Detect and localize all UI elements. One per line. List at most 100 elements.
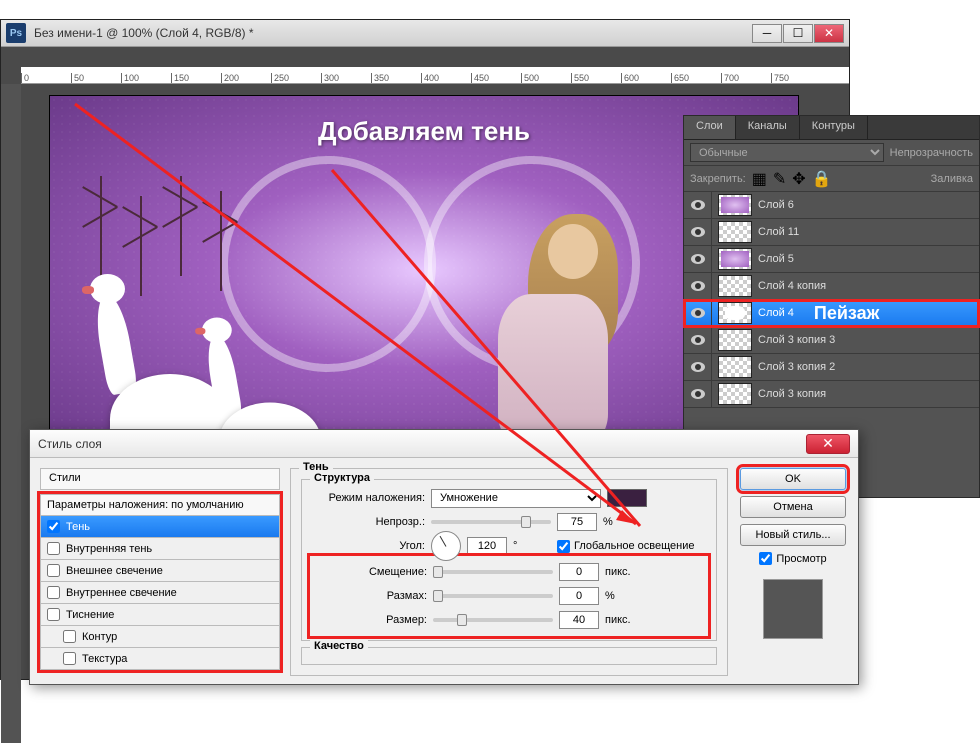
- eye-icon: [691, 362, 705, 372]
- eye-icon: [691, 281, 705, 291]
- tools-toolbar[interactable]: [1, 84, 21, 743]
- girl-decoration: [448, 214, 628, 445]
- style-checkbox[interactable]: [47, 608, 60, 621]
- eye-icon: [691, 200, 705, 210]
- visibility-toggle[interactable]: [684, 273, 712, 299]
- visibility-toggle[interactable]: [684, 327, 712, 353]
- visibility-toggle[interactable]: [684, 246, 712, 272]
- layer-row[interactable]: Слой 3 копия 3: [684, 327, 979, 354]
- layer-row[interactable]: Слой 3 копия: [684, 381, 979, 408]
- style-item[interactable]: Тиснение: [40, 604, 280, 626]
- style-label: Параметры наложения: по умолчанию: [47, 499, 244, 511]
- eye-icon: [691, 227, 705, 237]
- opacity-label: Непрозрачность: [890, 147, 973, 159]
- layer-name: Слой 3 копия: [758, 388, 826, 400]
- visibility-toggle[interactable]: [684, 219, 712, 245]
- style-checkbox[interactable]: [63, 630, 76, 643]
- spread-slider[interactable]: [433, 594, 553, 598]
- style-checkbox[interactable]: [47, 520, 60, 533]
- dialog-titlebar[interactable]: Стиль слоя ✕: [30, 430, 858, 458]
- size-input[interactable]: [559, 611, 599, 629]
- lock-move-icon[interactable]: ✥: [792, 169, 805, 189]
- tab-paths[interactable]: Контуры: [800, 116, 868, 139]
- visibility-toggle[interactable]: [684, 192, 712, 218]
- layer-thumbnail[interactable]: [718, 194, 752, 216]
- visibility-toggle[interactable]: [684, 381, 712, 407]
- dialog-close-button[interactable]: ✕: [806, 434, 850, 454]
- style-checkbox[interactable]: [63, 652, 76, 665]
- layer-thumbnail[interactable]: [718, 356, 752, 378]
- blend-mode-select[interactable]: Умножение: [431, 489, 601, 508]
- lock-all-icon[interactable]: 🔒: [812, 169, 832, 189]
- blend-mode-label: Режим наложения:: [312, 492, 425, 504]
- style-label: Внутренняя тень: [66, 543, 152, 555]
- layer-thumbnail[interactable]: [718, 248, 752, 270]
- size-slider[interactable]: [433, 618, 553, 622]
- eye-icon: [691, 335, 705, 345]
- layer-name: Слой 3 копия 3: [758, 334, 835, 346]
- layer-row[interactable]: Слой 11: [684, 219, 979, 246]
- offset-input[interactable]: [559, 563, 599, 581]
- style-item[interactable]: Внутренняя тень: [40, 538, 280, 560]
- layer-thumbnail[interactable]: [718, 302, 752, 324]
- layer-row[interactable]: Слой 4 копия: [684, 273, 979, 300]
- style-item[interactable]: Текстура: [40, 648, 280, 670]
- fill-label: Заливка: [931, 173, 973, 185]
- layer-name: Слой 6: [758, 199, 794, 211]
- style-item[interactable]: Параметры наложения: по умолчанию: [40, 494, 280, 516]
- offset-slider[interactable]: [433, 570, 553, 574]
- global-light-checkbox[interactable]: Глобальное освещение: [557, 540, 695, 553]
- spread-input[interactable]: [559, 587, 599, 605]
- layer-thumbnail[interactable]: [718, 221, 752, 243]
- layer-thumbnail[interactable]: [718, 329, 752, 351]
- tab-channels[interactable]: Каналы: [736, 116, 800, 139]
- style-checkbox[interactable]: [47, 586, 60, 599]
- blend-mode-select[interactable]: Обычные: [690, 143, 884, 162]
- ruler-horizontal: 050 100150 200250 300350 400450 500550 6…: [21, 67, 849, 84]
- structure-title: Структура: [310, 472, 374, 484]
- layer-row[interactable]: Слой 6: [684, 192, 979, 219]
- style-item[interactable]: Внутреннее свечение: [40, 582, 280, 604]
- maximize-button[interactable]: ☐: [783, 24, 813, 43]
- close-button[interactable]: ✕: [814, 24, 844, 43]
- layer-name: Слой 4: [758, 307, 794, 319]
- style-item[interactable]: Контур: [40, 626, 280, 648]
- opacity-slider[interactable]: [431, 520, 551, 524]
- angle-label: Угол:: [312, 540, 425, 552]
- style-label: Внутреннее свечение: [66, 587, 177, 599]
- layer-row[interactable]: Слой 3 копия 2: [684, 354, 979, 381]
- angle-input[interactable]: [467, 537, 507, 555]
- preview-swatch: [763, 579, 823, 639]
- new-style-button[interactable]: Новый стиль...: [740, 524, 846, 546]
- visibility-toggle[interactable]: [684, 354, 712, 380]
- ok-button[interactable]: OK: [740, 468, 846, 490]
- layer-thumbnail[interactable]: [718, 275, 752, 297]
- layer-name: Слой 5: [758, 253, 794, 265]
- preview-checkbox[interactable]: Просмотр: [759, 552, 826, 565]
- tutorial-title: Добавляем тень: [318, 116, 530, 147]
- lock-label: Закрепить:: [690, 173, 746, 185]
- style-item[interactable]: Тень: [40, 516, 280, 538]
- style-item[interactable]: Внешнее свечение: [40, 560, 280, 582]
- size-label: Размер:: [314, 614, 427, 626]
- layer-row[interactable]: Слой 5: [684, 246, 979, 273]
- lock-transparent-icon[interactable]: ▦: [752, 169, 767, 189]
- layer-row[interactable]: Слой 4 Пейзаж: [684, 300, 979, 327]
- tab-layers[interactable]: Слои: [684, 116, 736, 139]
- style-label: Тиснение: [66, 609, 114, 621]
- style-label: Текстура: [82, 653, 127, 665]
- cancel-button[interactable]: Отмена: [740, 496, 846, 518]
- minimize-button[interactable]: ─: [752, 24, 782, 43]
- style-label: Контур: [82, 631, 117, 643]
- eye-icon: [691, 254, 705, 264]
- angle-dial[interactable]: [431, 531, 461, 561]
- opacity-input[interactable]: [557, 513, 597, 531]
- visibility-toggle[interactable]: [684, 300, 712, 326]
- shadow-color-swatch[interactable]: [607, 489, 647, 507]
- style-checkbox[interactable]: [47, 542, 60, 555]
- lock-paint-icon[interactable]: ✎: [773, 169, 786, 189]
- layer-annotation: Пейзаж: [814, 303, 880, 324]
- layer-thumbnail[interactable]: [718, 383, 752, 405]
- style-checkbox[interactable]: [47, 564, 60, 577]
- styles-header: Стили: [40, 468, 280, 490]
